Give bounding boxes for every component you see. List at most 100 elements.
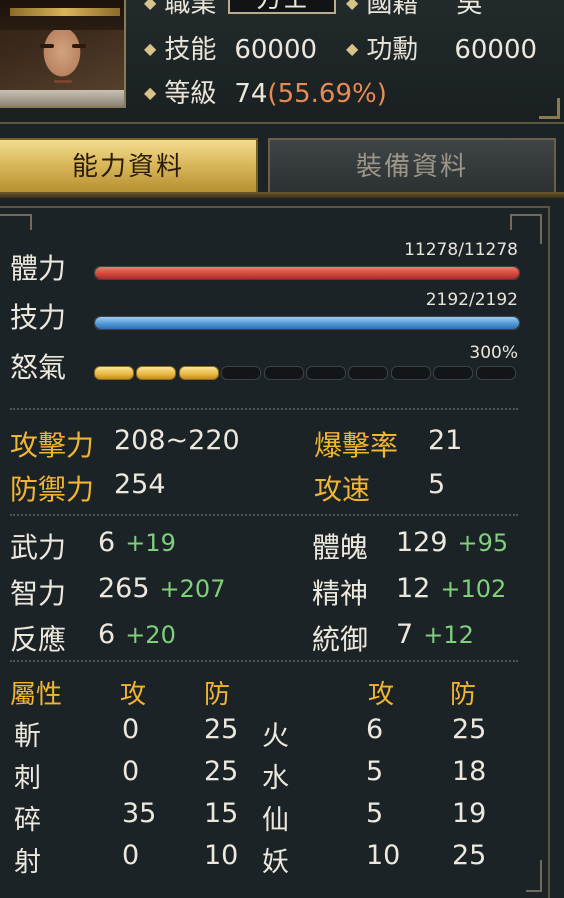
element-cell-left-atk: 0	[122, 840, 140, 871]
element-cell-right-name: 火	[262, 721, 289, 752]
rage-value: 300%	[469, 343, 518, 363]
rage-bar	[94, 366, 520, 380]
vit-value-row: 129 +95	[396, 527, 508, 558]
job-label: 職業	[164, 0, 217, 19]
tab-ability[interactable]: 能力資料	[0, 138, 258, 196]
rage-label: 怒氣	[10, 351, 67, 384]
diamond-bullet-icon: ◆	[144, 39, 157, 58]
element-header-def-left: 防	[204, 680, 231, 710]
element-cell-right-def: 18	[452, 756, 487, 787]
divider	[10, 660, 518, 662]
diamond-bullet-icon: ◆	[346, 39, 359, 58]
spi-label: 精神	[312, 577, 369, 610]
speed-value: 5	[428, 469, 446, 500]
int-label: 智力	[10, 577, 67, 610]
element-cell-left-name: 斬	[14, 721, 41, 752]
element-cell-right-name: 水	[262, 763, 289, 794]
skill-value: 60000	[234, 35, 318, 65]
cmd-label: 統御	[312, 623, 369, 656]
skill-row: ◆ 技能 60000	[144, 34, 317, 69]
rage-segment	[178, 366, 219, 380]
hp-bar-fill	[95, 267, 519, 279]
agi-label: 反應	[10, 623, 67, 656]
crit-label: 爆擊率	[314, 429, 399, 462]
agi-value: 6	[98, 619, 116, 650]
element-cell-left-atk: 0	[122, 714, 140, 745]
int-value-row: 265 +207	[98, 573, 225, 604]
defense-label: 防禦力	[10, 473, 95, 506]
level-label: 等級	[164, 79, 217, 109]
rage-segment	[475, 366, 516, 380]
tab-equipment[interactable]: 裝備資料	[268, 138, 556, 196]
rage-segment	[263, 366, 304, 380]
int-bonus: +207	[159, 575, 226, 603]
element-header-atk-left: 攻	[120, 680, 147, 710]
element-cell-right-def: 25	[452, 714, 487, 745]
element-header-attr: 屬性	[10, 680, 63, 710]
element-cell-left-atk: 0	[122, 756, 140, 787]
divider	[10, 514, 518, 516]
element-cell-right-name: 仙	[262, 805, 289, 836]
element-cell-right-name: 妖	[262, 847, 289, 878]
merit-value: 60000	[454, 35, 538, 65]
diamond-bullet-icon: ◆	[346, 0, 359, 12]
element-cell-left-def: 15	[204, 798, 239, 829]
hp-label: 體力	[10, 252, 67, 285]
rage-segment	[221, 366, 262, 380]
rage-segment	[94, 366, 134, 380]
level-row: ◆ 等級 74(55.69%)	[144, 78, 387, 113]
hp-bar	[94, 266, 520, 280]
vit-value: 129	[396, 527, 448, 558]
agi-value-row: 6 +20	[98, 619, 176, 650]
rage-segment	[390, 366, 431, 380]
fret-ornament-icon	[0, 214, 32, 230]
level-value: 74	[234, 79, 268, 109]
hp-value: 11278/11278	[404, 240, 518, 260]
character-header: ◆ 職業方士 ◆ 國籍 吳 ◆ 技能 60000 ◆ 功勳 60000 ◆ 等級 74(55.69…	[0, 0, 564, 124]
mp-label: 技力	[10, 301, 67, 334]
element-cell-right-def: 19	[452, 798, 487, 829]
merit-label: 功勳	[366, 35, 419, 65]
element-cell-left-def: 10	[204, 840, 239, 871]
element-cell-left-def: 25	[204, 756, 239, 787]
rage-segment	[136, 366, 177, 380]
rage-segment	[348, 366, 389, 380]
vit-label: 體魄	[312, 531, 369, 564]
cmd-bonus: +12	[423, 621, 474, 649]
str-value: 6	[98, 527, 116, 558]
element-header-def-right: 防	[450, 680, 477, 710]
element-header-atk-right: 攻	[368, 680, 395, 710]
spi-value-row: 12 +102	[396, 573, 506, 604]
job-row: ◆ 職業方士	[144, 0, 337, 23]
skill-label: 技能	[164, 35, 217, 65]
nation-label: 國籍	[366, 0, 419, 19]
corner-ornament-icon	[539, 98, 560, 119]
element-cell-right-atk: 10	[366, 840, 401, 871]
rage-segment	[306, 366, 346, 380]
nation-row: ◆ 國籍 吳	[346, 0, 482, 23]
element-cell-right-atk: 5	[366, 798, 384, 829]
diamond-bullet-icon: ◆	[144, 0, 157, 12]
speed-label: 攻速	[314, 473, 371, 506]
level-percent: (55.69%)	[267, 79, 387, 109]
vit-bonus: +95	[457, 529, 509, 557]
cmd-value: 7	[396, 619, 414, 650]
element-cell-left-name: 射	[14, 847, 41, 878]
element-cell-right-atk: 5	[366, 756, 384, 787]
attack-label: 攻擊力	[10, 429, 95, 462]
crit-value: 21	[428, 425, 463, 456]
mp-bar-fill	[95, 317, 519, 329]
attack-value: 208~220	[114, 425, 240, 456]
cmd-value-row: 7 +12	[396, 619, 474, 650]
agi-bonus: +20	[125, 621, 176, 649]
element-cell-right-def: 25	[452, 840, 487, 871]
character-portrait[interactable]	[0, 0, 126, 108]
int-value: 265	[98, 573, 150, 604]
element-cell-left-atk: 35	[122, 798, 157, 829]
nation-value: 吳	[456, 0, 483, 19]
divider	[10, 408, 518, 410]
element-cell-left-name: 刺	[14, 763, 41, 794]
diamond-bullet-icon: ◆	[144, 83, 157, 102]
str-label: 武力	[10, 531, 67, 564]
defense-value: 254	[114, 469, 166, 500]
